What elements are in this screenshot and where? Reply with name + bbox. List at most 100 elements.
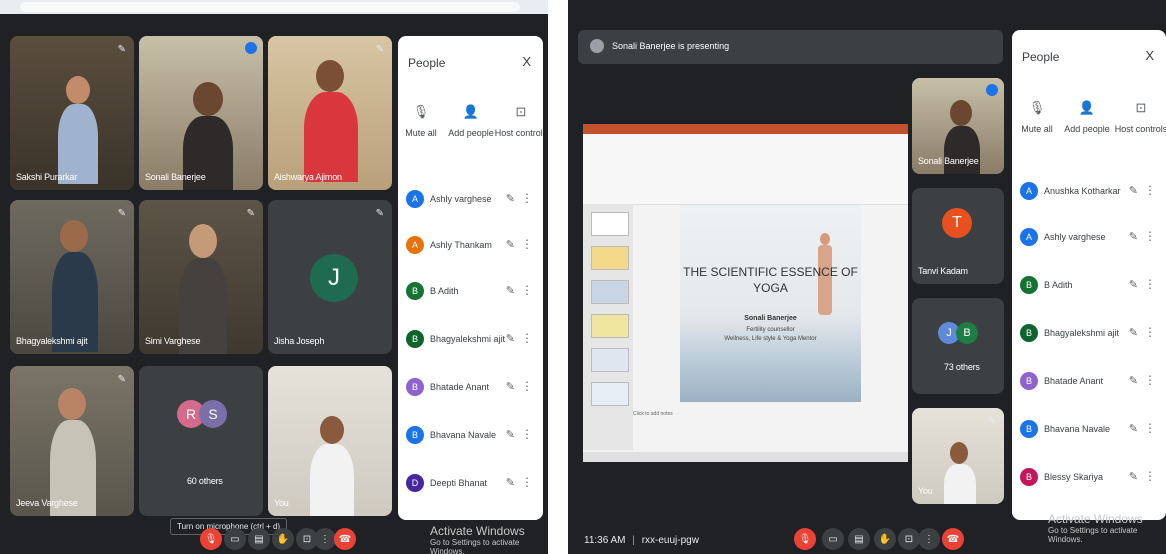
mic-off-icon[interactable]: ✎ [1129, 230, 1138, 243]
participant-name: Ashly varghese [430, 194, 492, 204]
participant-tile[interactable]: ✎ Aishwarya Ajimon [268, 36, 392, 190]
participant-tile[interactable]: T Tanvi Kadam [912, 188, 1004, 284]
mic-off-icon[interactable]: ✎ [1129, 374, 1138, 387]
slide-thumbnail[interactable] [591, 246, 629, 270]
camera-button[interactable]: ▭ [822, 528, 844, 550]
captions-button[interactable]: ▤ [248, 528, 270, 550]
microphone-button[interactable]: 🎙 [794, 528, 816, 550]
microphone-button[interactable]: 🎙 [200, 528, 222, 550]
mic-off-icon[interactable]: ✎ [506, 332, 515, 345]
more-options-icon[interactable]: ⋮ [521, 379, 533, 393]
participant-row[interactable]: B Bhagyalekshmi ajit ✎ ⋮ [1012, 314, 1166, 354]
mic-off-icon[interactable]: ✎ [506, 428, 515, 441]
participant-row[interactable]: A Ashly Thankam ✎ ⋮ [398, 226, 543, 266]
participant-name: Ashly Thankam [430, 240, 492, 250]
avatar: A [406, 190, 424, 208]
participant-row[interactable]: B Bhatade Anant ✎ ⋮ [1012, 362, 1166, 402]
participant-row[interactable]: A Ashly varghese ✎ ⋮ [398, 180, 543, 220]
slide-thumbnail[interactable] [591, 348, 629, 372]
more-options-icon[interactable]: ⋮ [521, 331, 533, 345]
participant-row[interactable]: B B Adith ✎ ⋮ [398, 272, 543, 312]
host-controls-button[interactable]: ⊡ Host controls [1106, 100, 1166, 134]
slide-thumbnail[interactable] [591, 280, 629, 304]
participant-row[interactable]: B Bhatade Anant ✎ ⋮ [398, 368, 543, 408]
participant-name: Aishwarya Ajimon [274, 172, 342, 182]
participant-row[interactable]: A Ashly varghese ✎ ⋮ [1012, 218, 1166, 258]
avatar: B [1020, 324, 1038, 342]
close-icon[interactable]: X [522, 54, 531, 69]
participant-tile[interactable]: ✎ Jeeva Varghese [10, 366, 134, 516]
participant-tile-active[interactable]: Sonali Banerjee [139, 36, 263, 190]
mic-off-icon[interactable]: ✎ [506, 476, 515, 489]
participant-row[interactable]: B Bhagyalekshmi ajit ✎ ⋮ [398, 320, 543, 360]
more-options-icon[interactable]: ⋮ [521, 475, 533, 489]
avatar: B [1020, 420, 1038, 438]
slide-notes[interactable]: Click to add notes [633, 411, 908, 417]
meeting-code: rxx-euuj-pgw [641, 535, 699, 546]
present-button[interactable]: ⊡ [898, 528, 920, 550]
participant-tile-others[interactable]: J B 73 others [912, 298, 1004, 394]
participant-tile[interactable]: ✎ Simi Varghese [139, 200, 263, 354]
mic-off-icon[interactable]: ✎ [506, 238, 515, 251]
slide-thumbnail[interactable] [591, 212, 629, 236]
more-options-icon[interactable]: ⋮ [1144, 325, 1156, 339]
shared-screen[interactable]: THE SCIENTIFIC ESSENCE OF YOGA Sonali Ba… [583, 124, 908, 462]
hand-icon: ✋ [878, 533, 892, 545]
mic-off-icon[interactable]: ✎ [1129, 470, 1138, 483]
more-options-icon[interactable]: ⋮ [521, 191, 533, 205]
raise-hand-button[interactable]: ✋ [874, 528, 896, 550]
slide-thumbnail[interactable] [591, 314, 629, 338]
avatar: B [1020, 468, 1038, 486]
more-options-button[interactable]: ⋮ [314, 528, 336, 550]
participant-tile[interactable]: J ✎ Jisha Joseph [268, 200, 392, 354]
mic-off-icon[interactable]: ✎ [1129, 422, 1138, 435]
more-options-icon[interactable]: ⋮ [521, 427, 533, 441]
participant-tile-others[interactable]: R S 60 others [139, 366, 263, 516]
meeting-info: 11:36 AM | rxx-euuj-pgw [584, 535, 699, 546]
participant-name: Jisha Joseph [274, 336, 325, 346]
leave-call-button[interactable]: ☎ [334, 528, 356, 550]
participant-name: You [918, 486, 933, 496]
participant-row[interactable]: B Bhavana Navale ✎ ⋮ [398, 416, 543, 456]
participant-name: Anushka Kotharkar [1044, 186, 1121, 196]
participant-tile-active[interactable]: Sonali Banerjee [912, 78, 1004, 174]
mic-off-icon[interactable]: ✎ [1129, 278, 1138, 291]
participant-tile[interactable]: ✎ Sakshi Purarkar [10, 36, 134, 190]
participant-row[interactable]: A Anushka Kotharkar ✎ ⋮ [1012, 172, 1166, 212]
participant-row[interactable]: B Blessy Skariya ✎ ⋮ [1012, 458, 1166, 498]
more-options-icon[interactable]: ⋮ [1144, 469, 1156, 483]
more-options-icon[interactable]: ⋮ [1144, 373, 1156, 387]
more-options-icon[interactable]: ⋮ [1144, 421, 1156, 435]
more-options-icon[interactable]: ⋮ [1144, 277, 1156, 291]
mic-off-icon[interactable]: ✎ [506, 284, 515, 297]
participant-row[interactable]: B Bhavana Navale ✎ ⋮ [1012, 410, 1166, 450]
mic-off-icon[interactable]: ✎ [1129, 326, 1138, 339]
participant-row[interactable]: B B Adith ✎ ⋮ [1012, 266, 1166, 306]
mic-off-icon[interactable]: ✎ [506, 380, 515, 393]
participant-tile[interactable]: ✎ Bhagyalekshmi ajit [10, 200, 134, 354]
mic-off-icon: ✎ [117, 208, 126, 219]
slide-thumbnail[interactable] [591, 382, 629, 406]
mic-off-icon[interactable]: ✎ [506, 192, 515, 205]
leave-call-button[interactable]: ☎ [942, 528, 964, 550]
browser-top-bar [0, 0, 548, 14]
control-bar: 🎙 ▭ ▤ ✋ ⊡ ⋮ ☎ [794, 528, 994, 550]
more-options-icon[interactable]: ⋮ [521, 237, 533, 251]
address-bar[interactable] [20, 2, 520, 12]
mic-off-icon[interactable]: ✎ [1129, 184, 1138, 197]
close-icon[interactable]: X [1145, 48, 1154, 63]
slide-role: Wellness, Life style & Yoga Mentor [724, 336, 817, 342]
participant-row[interactable]: D Deepti Bhanat ✎ ⋮ [398, 464, 543, 504]
self-tile[interactable]: You [268, 366, 392, 516]
more-options-button[interactable]: ⋮ [918, 528, 940, 550]
more-options-icon[interactable]: ⋮ [521, 283, 533, 297]
more-options-icon[interactable]: ⋮ [1144, 229, 1156, 243]
more-options-icon[interactable]: ⋮ [1144, 183, 1156, 197]
host-controls-button[interactable]: ⊡ Host controls [486, 104, 543, 138]
meeting-screenshot-grid: ✎ Sakshi Purarkar Sonali Banerjee ✎ Aish… [0, 0, 548, 554]
camera-button[interactable]: ▭ [224, 528, 246, 550]
raise-hand-button[interactable]: ✋ [272, 528, 294, 550]
participant-name: Bhatade Anant [1044, 376, 1104, 386]
self-tile[interactable]: ✎ You [912, 408, 1004, 504]
captions-button[interactable]: ▤ [848, 528, 870, 550]
